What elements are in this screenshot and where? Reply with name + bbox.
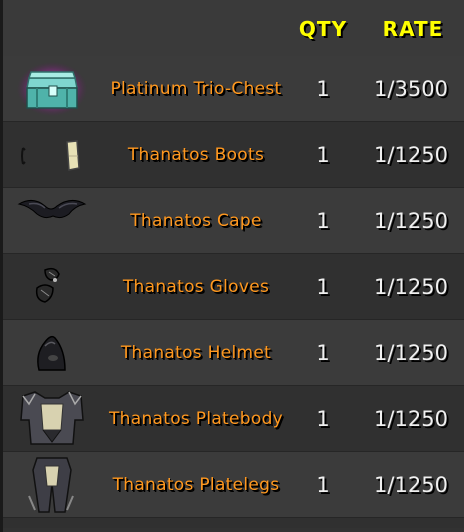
item-qty: 1 (316, 143, 330, 167)
item-rate: 1/1250 (374, 275, 448, 299)
table-header: QTY RATE (3, 0, 464, 58)
drop-row[interactable]: Thanatos Gloves 1 1/1250 (3, 254, 464, 320)
drop-row[interactable]: Thanatos Boots 1 1/1250 (3, 122, 464, 188)
item-rate: 1/1250 (374, 407, 448, 431)
platebody-icon (15, 390, 89, 448)
cape-icon (15, 192, 89, 250)
item-qty: 1 (316, 341, 330, 365)
boots-icon (15, 126, 89, 184)
item-rate: 1/1250 (374, 473, 448, 497)
item-qty: 1 (316, 275, 330, 299)
item-rate: 1/1250 (374, 209, 448, 233)
drop-row[interactable]: Thanatos Cape 1 1/1250 (3, 188, 464, 254)
item-qty: 1 (316, 407, 330, 431)
item-name: Platinum Trio-Chest (110, 79, 282, 99)
chest-icon (15, 60, 89, 118)
item-name: Thanatos Gloves (122, 277, 270, 297)
qty-column-header[interactable]: QTY (297, 14, 349, 44)
item-qty: 1 (316, 77, 330, 101)
item-rate: 1/1250 (374, 143, 448, 167)
item-name: Thanatos Platelegs (112, 475, 280, 495)
item-name: Thanatos Boots (127, 145, 265, 165)
drop-table-panel: QTY RATE Platinum Trio-Chest 1 1/3500 Th… (0, 0, 464, 532)
helmet-icon (15, 324, 89, 382)
item-name: Thanatos Cape (130, 211, 262, 231)
gloves-icon (15, 258, 89, 316)
drop-row[interactable]: Thanatos Platelegs 1 1/1250 (3, 452, 464, 518)
drop-list: Platinum Trio-Chest 1 1/3500 Thanatos Bo… (3, 56, 464, 528)
drop-row[interactable]: Thanatos Helmet 1 1/1250 (3, 320, 464, 386)
drop-row[interactable]: Platinum Trio-Chest 1 1/3500 (3, 56, 464, 122)
item-name: Thanatos Platebody (108, 409, 284, 429)
item-qty: 1 (316, 209, 330, 233)
platelegs-icon (15, 456, 89, 514)
item-rate: 1/3500 (374, 77, 448, 101)
item-qty: 1 (316, 473, 330, 497)
drop-row-partial (3, 518, 464, 528)
drop-row[interactable]: Thanatos Platebody 1 1/1250 (3, 386, 464, 452)
item-rate: 1/1250 (374, 341, 448, 365)
rate-column-header[interactable]: RATE (375, 14, 451, 44)
item-name: Thanatos Helmet (120, 343, 272, 363)
